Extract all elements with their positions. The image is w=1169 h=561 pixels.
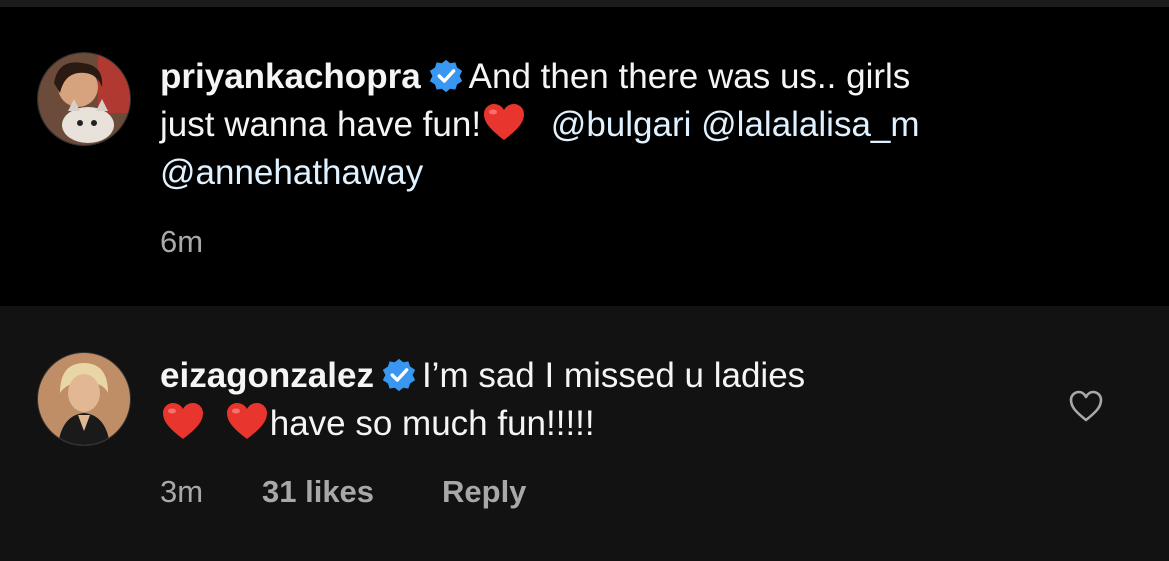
verified-badge-icon: [382, 358, 416, 392]
verified-badge-icon: [429, 59, 463, 93]
reply-button[interactable]: Reply: [442, 474, 526, 510]
caption-text: priyankachopra And then there was us.. gi…: [160, 53, 1140, 197]
comment-timestamp: 3m: [160, 474, 204, 509]
caption-timestamp: 6m: [160, 224, 204, 259]
top-separator: [0, 0, 1169, 7]
mention-annehathaway[interactable]: @annehathaway: [160, 153, 423, 192]
avatar-priyankachopra[interactable]: [37, 52, 131, 146]
caption-line2: just wanna have fun!: [160, 105, 482, 144]
comment-username[interactable]: eizagonzalez: [160, 356, 374, 395]
comment-line2: have so much fun!!!!!: [269, 404, 595, 443]
caption-line1: And then there was us.. girls: [468, 57, 911, 96]
red-heart-emoji: [224, 401, 270, 441]
caption-username[interactable]: priyankachopra: [160, 57, 421, 96]
avatar-eizagonzalez[interactable]: [37, 352, 131, 446]
red-heart-emoji: [160, 401, 206, 441]
mention-bulgari[interactable]: @bulgari: [551, 105, 692, 144]
comment-line1: I’m sad I missed u ladies: [421, 356, 806, 395]
comment-text: eizagonzalez I’m sad I missed u ladies ha…: [160, 352, 1040, 448]
mention-lalalalisa[interactable]: @lalalalisa_m: [701, 105, 919, 144]
heart-outline-icon[interactable]: [1068, 389, 1104, 423]
red-heart-emoji: [481, 102, 527, 142]
comment-likes[interactable]: 31 likes: [262, 474, 374, 510]
